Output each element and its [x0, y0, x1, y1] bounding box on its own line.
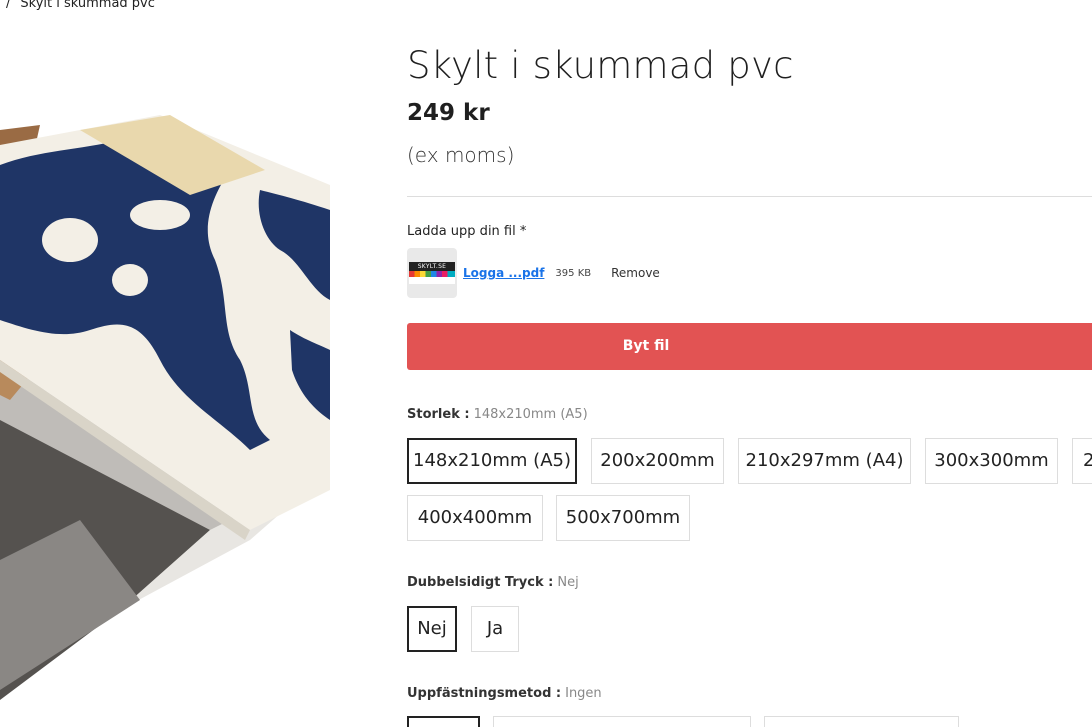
breadcrumb-current: Skylt i skummad pvc [20, 0, 155, 11]
size-option[interactable]: 2 [1072, 438, 1092, 484]
size-label-text: Storlek : [407, 407, 470, 422]
breadcrumb: / Skylt i skummad pvc [6, 0, 155, 11]
product-page: / Skylt i skummad pvc Skylt i skummad pvc… [0, 0, 1092, 727]
replace-file-label: Byt fil [622, 338, 670, 354]
product-price: 249 kr [407, 100, 490, 126]
product-image[interactable] [0, 100, 340, 700]
double-sided-selected-value: Nej [557, 575, 579, 590]
double-sided-option[interactable]: Ja [471, 606, 519, 652]
size-option[interactable]: 210x297mm (A4) [738, 438, 911, 484]
size-option[interactable]: 200x200mm [591, 438, 724, 484]
size-option[interactable]: 400x400mm [407, 495, 543, 541]
size-label: Storlek :148x210mm (A5) [407, 407, 588, 422]
size-selected-value: 148x210mm (A5) [473, 407, 588, 422]
mounting-label: Uppfästningsmetod : Ingen [407, 686, 602, 701]
file-size: 395 KB [555, 267, 592, 279]
size-option[interactable]: 148x210mm (A5) [407, 438, 577, 484]
breadcrumb-separator: / [6, 0, 11, 11]
remove-file-button[interactable]: Remove [611, 266, 660, 280]
double-sided-label-text: Dubbelsidigt Tryck : [407, 575, 554, 590]
replace-file-button[interactable]: Byt fil [407, 323, 1092, 370]
divider [407, 196, 1092, 197]
file-name-link[interactable]: Logga ...pdf [463, 266, 544, 280]
mounting-selected-value: Ingen [565, 686, 602, 701]
tax-note: (ex moms) [407, 143, 515, 167]
mounting-option[interactable] [407, 716, 480, 727]
double-sided-label: Dubbelsidigt Tryck : Nej [407, 575, 579, 590]
mounting-label-text: Uppfästningsmetod : [407, 686, 562, 701]
double-sided-option[interactable]: Nej [407, 606, 457, 652]
uploaded-file: SKYLT.SE Logga ...pdf 395 KB Remove [407, 248, 660, 298]
file-thumbnail: SKYLT.SE [407, 248, 457, 298]
upload-label: Ladda upp din fil * [407, 224, 527, 239]
size-option[interactable]: 500x700mm [556, 495, 690, 541]
product-title: Skylt i skummad pvc [407, 44, 794, 87]
thumbnail-logo-text: SKYLT.SE [409, 262, 455, 271]
mounting-option[interactable] [493, 716, 751, 727]
mounting-option[interactable] [764, 716, 959, 727]
size-option[interactable]: 300x300mm [925, 438, 1058, 484]
